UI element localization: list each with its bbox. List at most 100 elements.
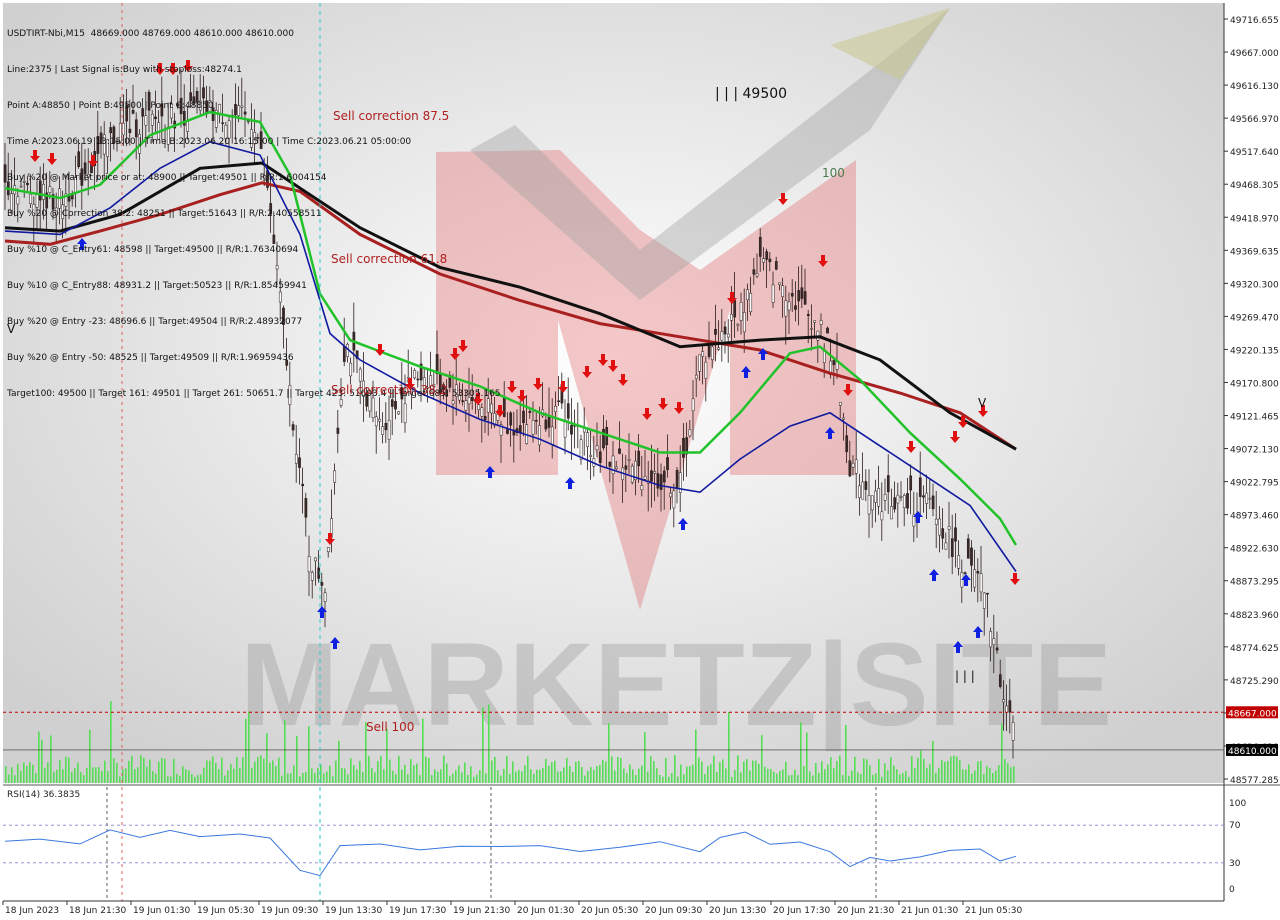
volume-bar	[233, 768, 235, 783]
volume-bar	[599, 764, 601, 783]
volume-bar	[764, 766, 766, 783]
candle-body	[842, 417, 845, 420]
volume-bar	[338, 740, 340, 783]
volume-bar	[128, 760, 130, 783]
red-level-price-label: 48667.000	[1228, 709, 1277, 719]
candle-body	[662, 470, 666, 483]
candle-body	[736, 323, 740, 326]
price-tick-label: 48823.960	[1230, 611, 1279, 621]
volume-bar	[1001, 723, 1003, 783]
volume-bar	[140, 755, 142, 783]
volume-bar	[563, 767, 565, 783]
volume-bar	[308, 726, 310, 783]
chart-window: MARKETZ|SITE 49716.655 49667.000 49616.130 4…	[0, 0, 1280, 920]
candle-body	[762, 258, 765, 263]
volume-bar	[983, 774, 985, 783]
candle-body	[806, 314, 810, 316]
volume-bar	[620, 757, 622, 783]
volume-bar	[506, 756, 508, 783]
volume-bar	[23, 762, 25, 783]
candle-body	[1002, 699, 1005, 703]
volume-bar	[428, 757, 430, 783]
volume-bar	[776, 773, 778, 783]
volume-bar	[905, 771, 907, 783]
time-tick-label: 20 Jun 01:30	[517, 906, 574, 916]
volume-bar	[209, 760, 211, 783]
volume-bar	[998, 765, 1000, 783]
volume-bar	[344, 768, 346, 783]
volume-bar	[254, 761, 256, 783]
volume-bar	[194, 776, 196, 783]
rsi-plot-bg	[3, 787, 1224, 901]
candle-body	[995, 647, 999, 651]
volume-bar	[1013, 766, 1015, 783]
volume-bar	[236, 757, 238, 783]
volume-bar	[692, 764, 694, 783]
volume-bar	[152, 771, 154, 783]
volume-bar	[17, 764, 19, 783]
volume-bar	[62, 769, 64, 783]
candle-body	[781, 285, 785, 297]
volume-bar	[521, 771, 523, 783]
volume-bar	[896, 769, 898, 783]
volume-bar	[971, 773, 973, 783]
candle-body	[630, 465, 634, 483]
candle-body	[778, 282, 781, 286]
volume-bar	[392, 770, 394, 783]
volume-bar	[368, 756, 370, 783]
volume-bar	[362, 771, 364, 783]
candle-body	[752, 269, 756, 275]
candle-body	[858, 485, 861, 498]
volume-bar	[443, 755, 445, 783]
candle-body	[698, 354, 701, 372]
volume-bar	[509, 773, 511, 783]
candle-body	[714, 328, 717, 335]
candle-body	[666, 457, 669, 471]
price-tick-label: 48922.630	[1230, 545, 1279, 555]
volume-bar	[173, 758, 175, 783]
volume-bar	[317, 767, 319, 783]
candle-body	[739, 302, 743, 321]
volume-bar	[272, 760, 274, 783]
candle-body	[384, 422, 388, 431]
candle-body	[848, 460, 852, 477]
candle-body	[509, 412, 513, 426]
volume-bar	[677, 776, 679, 783]
volume-bar	[377, 761, 379, 783]
volume-bar	[815, 762, 817, 783]
volume-bar	[722, 759, 724, 783]
volume-bar	[527, 756, 529, 783]
volume-bar	[143, 757, 145, 783]
volume-bar	[782, 769, 784, 783]
volume-bar	[557, 771, 559, 783]
candle-body	[627, 458, 631, 461]
candle-body	[291, 424, 295, 431]
volume-bar	[644, 732, 646, 783]
volume-bar	[767, 768, 769, 783]
candle-body	[998, 674, 1002, 687]
candle-body	[694, 374, 698, 379]
candle-body	[826, 327, 829, 334]
info-line: Buy %20 @ Entry -23: 48696.6 || Target:4…	[7, 317, 303, 327]
price-tick-label: 49616.130	[1230, 82, 1279, 92]
candle-body	[957, 555, 961, 569]
candle-body	[586, 432, 589, 447]
volume-bar	[962, 769, 964, 783]
candle-body	[896, 494, 900, 504]
candle-body	[307, 556, 311, 573]
volume-bar	[38, 731, 40, 783]
level-49500-label: | | | 49500	[715, 86, 788, 102]
volume-bar	[101, 771, 103, 783]
candle-body	[557, 400, 561, 402]
volume-bar	[578, 760, 580, 783]
candle-body	[682, 437, 685, 458]
candle-body	[966, 538, 970, 559]
time-tick-label: 20 Jun 21:30	[837, 906, 894, 916]
candle-body	[746, 289, 749, 301]
volume-bar	[497, 770, 499, 783]
volume-bar	[1007, 763, 1009, 783]
candle-body	[989, 631, 993, 648]
volume-bar	[569, 766, 571, 783]
candle-body	[918, 477, 922, 497]
volume-bar	[311, 768, 313, 783]
